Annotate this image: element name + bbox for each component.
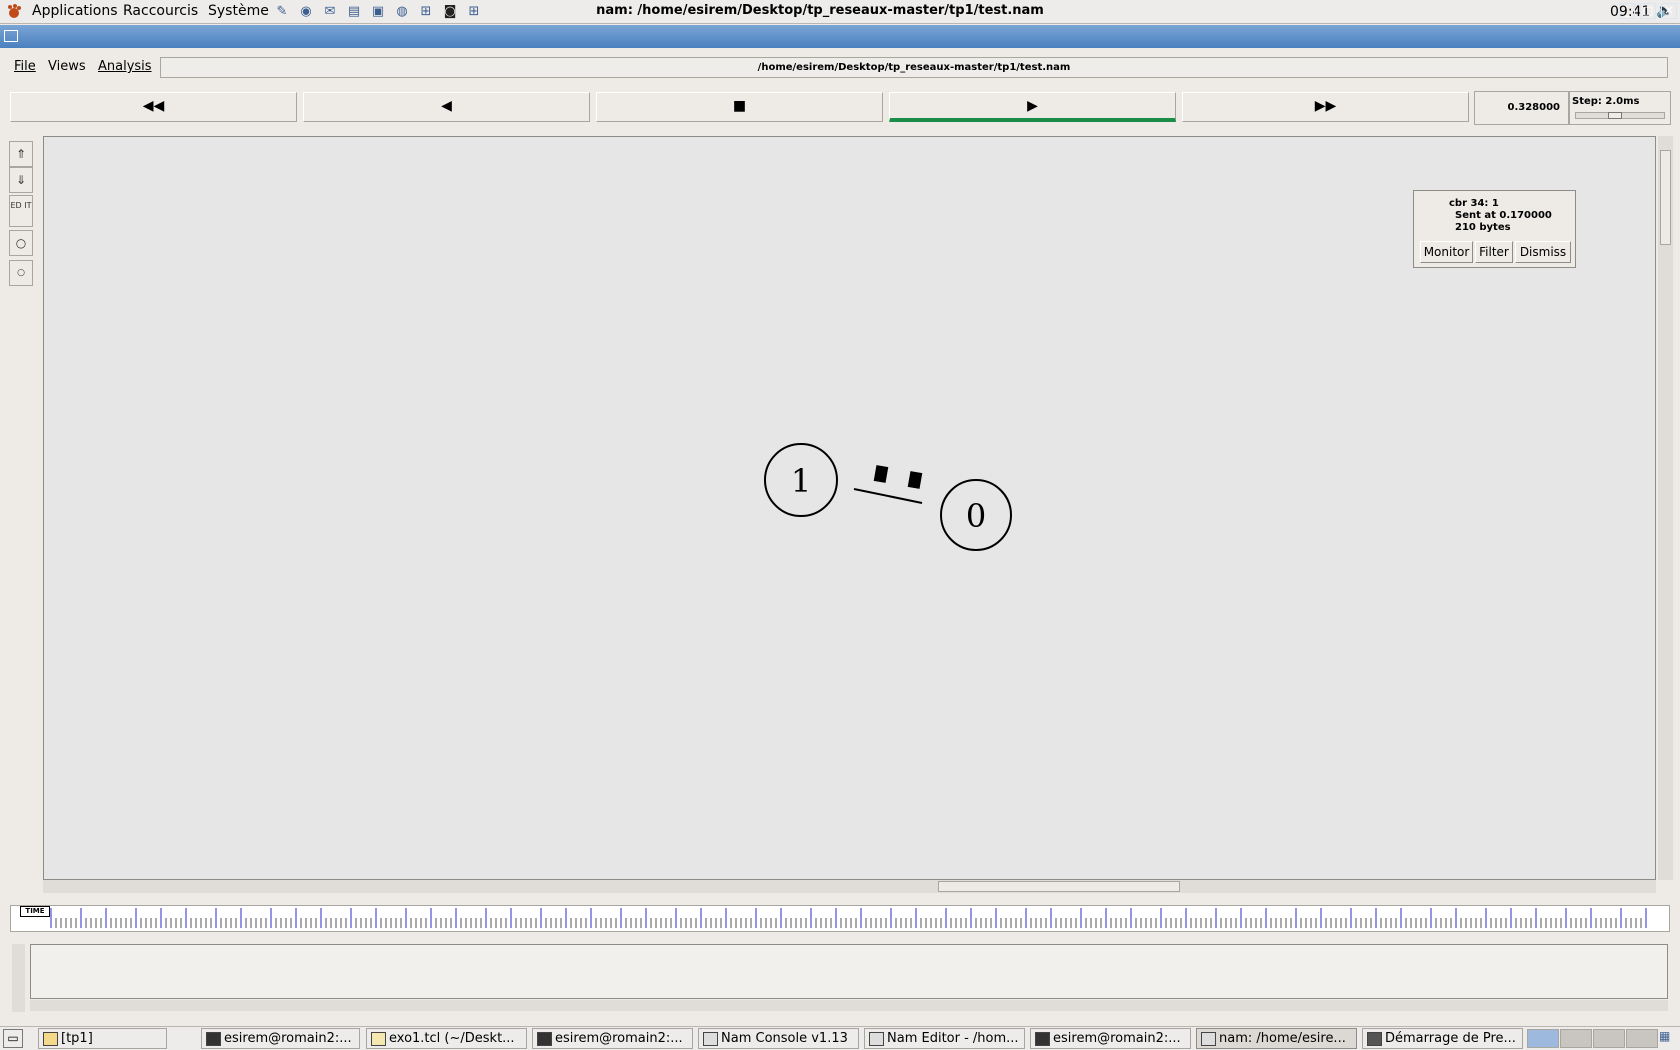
dismiss-button[interactable]: Dismiss: [1515, 241, 1571, 263]
workspace-4[interactable]: [1626, 1029, 1658, 1048]
task-label: Nam Editor - /hom...: [887, 1031, 1019, 1046]
timeline-marker[interactable]: TIME: [20, 906, 50, 917]
play-button[interactable]: ▶: [889, 92, 1176, 122]
task-label: esirem@romain2:...: [1053, 1031, 1181, 1046]
task-terminal-3[interactable]: esirem@romain2:...: [1030, 1028, 1191, 1049]
menu-views-label: Views: [48, 59, 86, 74]
rewind-button[interactable]: ◀◀: [10, 92, 297, 122]
text-scrollbar-vertical[interactable]: [12, 944, 25, 1012]
annotation-textarea[interactable]: [30, 944, 1668, 999]
task-nam-console[interactable]: Nam Console v1.13: [698, 1028, 859, 1049]
menu-analysis-label: Analysis: [98, 59, 152, 74]
window-titlebar[interactable]: [0, 25, 1680, 48]
window-menu-icon[interactable]: [4, 30, 18, 42]
workspace-3[interactable]: [1593, 1029, 1625, 1048]
popup-packet-id: cbr 34: 1: [1449, 198, 1499, 209]
node-1[interactable]: 1: [764, 443, 838, 517]
task-exo1-editor[interactable]: exo1.tcl (~/Deskt...: [366, 1028, 527, 1049]
window-icon: [869, 1032, 884, 1046]
horizontal-scroll-thumb[interactable]: [938, 881, 1180, 892]
task-screenshot[interactable]: Démarrage de Pre...: [1362, 1028, 1523, 1049]
fast-forward-button[interactable]: ▶▶: [1182, 92, 1469, 122]
zoom-in-icon[interactable]: ⇑: [9, 141, 33, 167]
maximize-button[interactable]: □: [1640, 3, 1656, 19]
timeline-ticks: [50, 908, 1647, 928]
window-icon: [703, 1032, 718, 1046]
show-desktop-icon[interactable]: ▭: [3, 1029, 23, 1048]
zoom-out-icon[interactable]: ⇓: [9, 167, 33, 193]
workspace-2[interactable]: [1560, 1029, 1592, 1048]
close-button[interactable]: ✕: [1661, 3, 1677, 19]
window-icon: [1201, 1032, 1216, 1046]
vertical-scrollbar[interactable]: [1658, 136, 1673, 880]
task-label: esirem@romain2:...: [555, 1031, 683, 1046]
time-display: 0.328000: [1474, 91, 1569, 125]
popup-sent-time: Sent at 0.170000: [1455, 210, 1552, 221]
circle-tool-icon[interactable]: ○: [9, 230, 33, 256]
window-title: nam: /home/esirem/Desktop/tp_reseaux-mas…: [596, 3, 1044, 18]
task-label: Nam Console v1.13: [721, 1031, 848, 1046]
text-editor-icon: [371, 1032, 386, 1046]
node-1-label: 1: [791, 462, 811, 500]
small-circle-tool-icon[interactable]: ○: [9, 260, 33, 286]
vertical-scroll-thumb[interactable]: [1660, 150, 1671, 245]
camera-icon: [1367, 1032, 1382, 1046]
filter-button[interactable]: Filter: [1475, 241, 1513, 263]
task-label: nam: /home/esire...: [1219, 1031, 1346, 1046]
task-label: [tp1]: [61, 1031, 93, 1046]
packet[interactable]: [907, 471, 923, 489]
step-label: Step: 2.0ms: [1569, 91, 1671, 125]
menu-file-label: File: [14, 59, 36, 74]
task-terminal-2[interactable]: esirem@romain2:...: [532, 1028, 693, 1049]
edit-button[interactable]: ED IT: [9, 195, 33, 227]
horizontal-scrollbar[interactable]: [43, 880, 1656, 893]
terminal-icon: [206, 1032, 221, 1046]
task-label: exo1.tcl (~/Deskt...: [389, 1031, 515, 1046]
monitor-button[interactable]: Monitor: [1420, 241, 1473, 263]
stop-button[interactable]: ■: [596, 92, 883, 122]
node-0-label: 0: [966, 497, 986, 535]
task-label: esirem@romain2:...: [224, 1031, 352, 1046]
task-tp1[interactable]: [tp1]: [38, 1028, 167, 1049]
menu-analysis[interactable]: Analysis: [98, 59, 152, 74]
popup-size: 210 bytes: [1455, 222, 1511, 233]
node-0[interactable]: 0: [940, 479, 1012, 551]
task-nam-editor[interactable]: Nam Editor - /hom...: [864, 1028, 1025, 1049]
packet[interactable]: [873, 465, 889, 483]
menu-views[interactable]: Views: [48, 59, 86, 74]
task-label: Démarrage de Pre...: [1385, 1031, 1516, 1046]
trash-icon[interactable]: ▦: [1659, 1029, 1677, 1048]
terminal-icon: [537, 1032, 552, 1046]
step-back-button[interactable]: ◀: [303, 92, 590, 122]
workspace-1[interactable]: [1527, 1029, 1559, 1048]
step-slider-thumb[interactable]: [1608, 112, 1622, 119]
terminal-icon: [1035, 1032, 1050, 1046]
link-1-0[interactable]: [853, 488, 923, 504]
task-nam-main[interactable]: nam: /home/esire...: [1196, 1028, 1357, 1049]
task-terminal-1[interactable]: esirem@romain2:...: [201, 1028, 360, 1049]
folder-icon: [43, 1032, 58, 1046]
file-path-display: /home/esirem/Desktop/tp_reseaux-master/t…: [160, 57, 1668, 78]
text-scrollbar-horizontal[interactable]: [30, 1000, 1668, 1011]
minimize-button[interactable]: _: [1619, 3, 1635, 19]
menu-file[interactable]: File: [14, 59, 36, 74]
